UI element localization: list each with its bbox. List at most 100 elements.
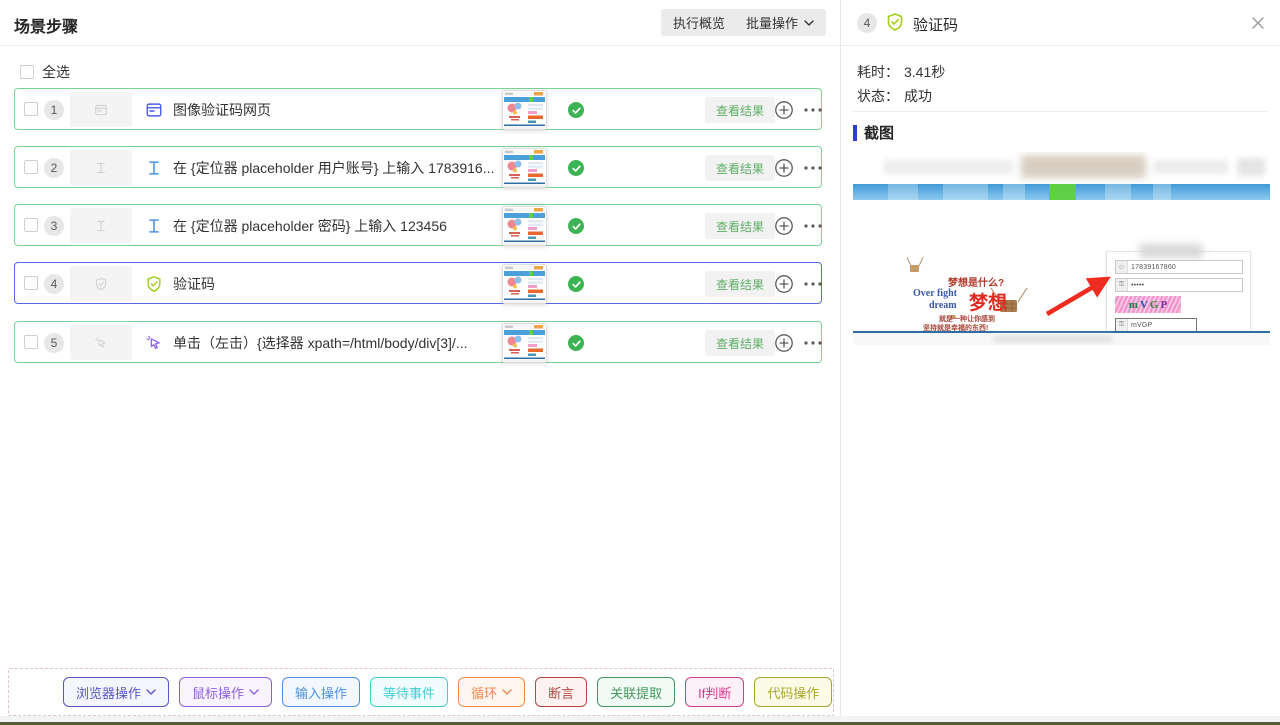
nav-segment (943, 184, 988, 200)
select-all-checkbox[interactable] (20, 65, 34, 79)
toolbar-assert-button[interactable]: 断言 (535, 677, 588, 707)
step-drag-placeholder[interactable] (70, 208, 132, 243)
more-actions-icon[interactable] (803, 164, 823, 172)
captcha-letter: G (1149, 298, 1159, 311)
detail-header: 4 验证码 (841, 0, 1280, 46)
step-drag-placeholder[interactable] (70, 266, 132, 301)
webpage-icon-faint (94, 103, 108, 117)
chevron-down-icon (146, 689, 156, 695)
captcha-letter: P (1160, 298, 1168, 311)
view-result-button[interactable]: 查看结果 (705, 213, 776, 239)
add-step-icon[interactable] (774, 100, 794, 120)
step-checkbox[interactable] (24, 335, 38, 349)
status-value: 成功 (904, 88, 932, 104)
toolbar-if-button[interactable]: If判断 (685, 677, 745, 707)
toolbar-mouse-ops-button[interactable]: 鼠标操作 (179, 677, 273, 707)
nav-segment (1105, 184, 1131, 200)
step-row-4-selected[interactable]: 4 验证码 查看结果 (14, 262, 822, 304)
toolbar-button-label: 鼠标操作 (192, 685, 245, 701)
success-icon (568, 335, 584, 351)
step-row-1[interactable]: 1 图像验证码网页 查看结果 (14, 88, 822, 130)
chevron-down-icon (502, 689, 512, 695)
toolbar-button-label: 循环 (471, 685, 498, 701)
duration-value: 3.41秒 (904, 64, 946, 80)
password-value: ••••• (1131, 281, 1145, 289)
view-result-button[interactable]: 查看结果 (705, 97, 776, 123)
toolbar-code-ops-button[interactable]: 代码操作 (754, 677, 833, 707)
slogan-en-2: dream (929, 300, 957, 311)
detail-title: 验证码 (913, 17, 959, 34)
step-number-badge: 3 (44, 216, 64, 236)
add-step-icon[interactable] (774, 274, 794, 294)
captcha-letter: m (1128, 298, 1138, 311)
blur-blob (1139, 244, 1203, 258)
more-actions-icon[interactable] (803, 280, 823, 288)
step-drag-placeholder[interactable] (70, 325, 132, 360)
slogan-question: 梦想是什么? (948, 278, 1005, 289)
shield-check-icon-faint (94, 277, 108, 291)
toolbar-extract-button[interactable]: 关联提取 (597, 677, 676, 707)
toolbar-wait-event-button[interactable]: 等待事件 (370, 677, 449, 707)
step-screenshot-thumbnail[interactable] (502, 90, 547, 130)
lock-icon: ⚿ (1116, 319, 1128, 331)
nav-segment (1003, 184, 1025, 200)
step-row-3[interactable]: 3 在 {定位器 placeholder 密码} 上输入 123456 查看结果 (14, 204, 822, 246)
mouse-click-icon (145, 334, 163, 352)
step-detail-panel: 4 验证码 耗时： 3.41秒 状态： 成功 截图 梦想是什么? Over fi… (841, 0, 1280, 716)
step-row-2[interactable]: 2 在 {定位器 placeholder 用户账号} 上输入 1783916..… (14, 146, 822, 188)
mouse-click-icon-faint (94, 336, 108, 350)
close-icon[interactable] (1250, 15, 1266, 31)
step-text: 单击（左击）{选择器 xpath=/html/body/div[3]/... (173, 335, 468, 351)
step-checkbox[interactable] (24, 276, 38, 290)
webpage-icon (145, 101, 163, 119)
view-result-button[interactable]: 查看结果 (705, 155, 776, 181)
toolbar-button-label: 浏览器操作 (76, 685, 142, 701)
toolbar-browser-ops-button[interactable]: 浏览器操作 (63, 677, 170, 707)
red-arrow-annotation (1045, 276, 1111, 316)
screenshot-footer (853, 333, 1270, 345)
step-screenshot-thumbnail[interactable] (502, 148, 547, 188)
step-checkbox[interactable] (24, 218, 38, 232)
status-label: 状态： (857, 88, 899, 104)
detail-divider (853, 111, 1268, 112)
screenshot-section-label: 截图 (864, 125, 895, 142)
add-step-icon[interactable] (774, 333, 794, 353)
step-checkbox[interactable] (24, 102, 38, 116)
toolbar-button-label: 输入操作 (295, 685, 348, 701)
step-type-toolbar: 浏览器操作 鼠标操作 输入操作 等待事件 循环 断言 关联提取 If判断 代码操… (8, 668, 936, 716)
execution-overview-button[interactable]: 执行概览 (660, 9, 737, 36)
step-screenshot-thumbnail[interactable] (502, 206, 547, 246)
step-screenshot-thumbnail[interactable] (502, 264, 547, 304)
select-all-row: 全选 (20, 62, 70, 82)
step-drag-placeholder[interactable] (70, 150, 132, 185)
screenshot-captcha-image: m V G P (1115, 296, 1181, 313)
add-step-icon[interactable] (774, 216, 794, 236)
view-result-button[interactable]: 查看结果 (705, 271, 776, 297)
more-actions-icon[interactable] (803, 106, 823, 114)
toolbar-input-ops-button[interactable]: 输入操作 (282, 677, 361, 707)
batch-operations-button[interactable]: 批量操作 (733, 9, 826, 36)
step-screenshot-thumbnail[interactable] (502, 323, 547, 363)
toolbar-loop-button[interactable]: 循环 (458, 677, 526, 707)
screenshot-section-header: 截图 (853, 122, 894, 143)
step-drag-placeholder[interactable] (70, 92, 132, 127)
chevron-down-icon (249, 689, 259, 695)
view-result-button[interactable]: 查看结果 (705, 330, 776, 356)
step-checkbox[interactable] (24, 160, 38, 174)
text-input-icon-faint (94, 161, 108, 175)
more-actions-icon[interactable] (803, 339, 823, 347)
more-actions-icon[interactable] (803, 222, 823, 230)
nav-segment (1153, 184, 1171, 200)
section-accent-bar (853, 124, 857, 141)
step-number-badge: 1 (44, 100, 64, 120)
blur-blob (993, 335, 1113, 343)
text-input-icon (145, 217, 163, 235)
step-text: 验证码 (173, 276, 215, 292)
blur-blob (883, 160, 1013, 174)
add-step-icon[interactable] (774, 158, 794, 178)
success-icon (568, 102, 584, 118)
toolbar-button-label: 代码操作 (767, 685, 820, 701)
step-row-5[interactable]: 5 单击（左击）{选择器 xpath=/html/body/div[3]/...… (14, 321, 822, 363)
blur-blob (1237, 158, 1265, 176)
toolbar-button-label: 断言 (548, 685, 575, 701)
